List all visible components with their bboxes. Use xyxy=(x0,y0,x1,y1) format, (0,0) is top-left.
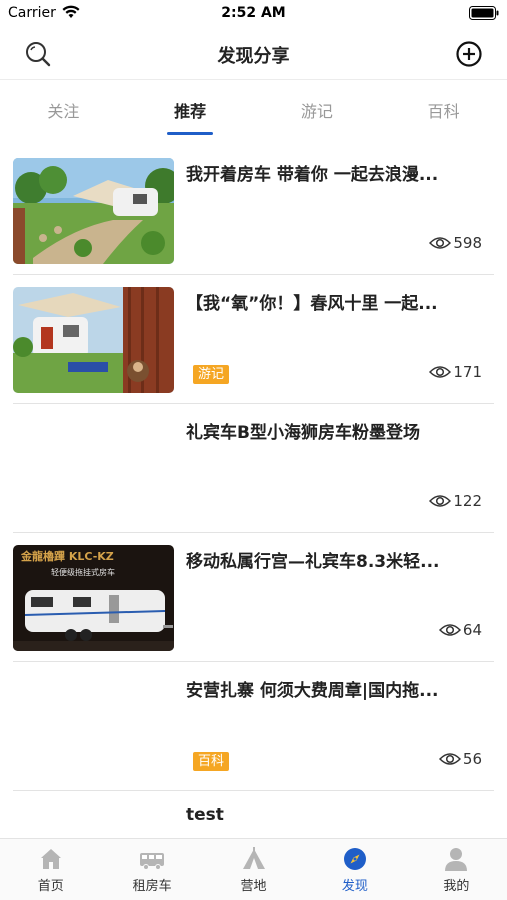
tabbar-camp[interactable]: 营地 xyxy=(203,839,304,900)
tab-label: 百科 xyxy=(427,102,460,121)
status-bar: Carrier 2:52 AM xyxy=(0,0,507,28)
tabbar-home[interactable]: 首页 xyxy=(0,839,101,900)
active-tab-indicator xyxy=(167,132,214,135)
tab-recommend[interactable]: 推荐 xyxy=(127,82,254,138)
thumbnail-image xyxy=(13,158,174,264)
tabbar-label: 我的 xyxy=(443,879,470,894)
tab-label: 推荐 xyxy=(174,102,207,121)
tab-label: 游记 xyxy=(300,102,333,121)
view-count: 598 xyxy=(429,234,482,252)
feed-item[interactable]: 【我“氧”你！】春风十里 一起... 游记 171 xyxy=(13,275,494,404)
tab-label: 关注 xyxy=(47,102,80,121)
tab-encyclopedia[interactable]: 百科 xyxy=(380,82,507,138)
feed-list: 我开着房车 带着你 一起去浪漫... 598 【我“氧”你！】春风十里 一起..… xyxy=(0,146,507,851)
status-time: 2:52 AM xyxy=(221,5,286,21)
view-count: 171 xyxy=(429,363,482,381)
tabbar-label: 营地 xyxy=(240,879,267,894)
feed-item-title: 我开着房车 带着你 一起去浪漫... xyxy=(186,165,439,185)
eye-icon xyxy=(429,495,452,507)
feed-item[interactable]: 安营扎寨 何须大费周章|国内拖... 百科 56 xyxy=(13,662,494,791)
feed-item-title: 移动私属行宫—礼宾车8.3米轻... xyxy=(186,552,440,572)
view-count: 122 xyxy=(429,492,482,510)
thumbnail-image: 金龍櫓蹕 KLC-KZ 轻便级拖挂式房车 xyxy=(13,545,174,651)
feed-item-title: 安营扎寨 何须大费周章|国内拖... xyxy=(186,681,439,701)
image-sub-text: 轻便级拖挂式房车 xyxy=(51,567,115,577)
eye-icon xyxy=(429,366,452,378)
feed-item-title: 【我“氧”你！】春风十里 一起... xyxy=(186,294,438,314)
user-icon xyxy=(445,848,468,871)
add-circle-icon[interactable] xyxy=(455,40,483,68)
eye-icon xyxy=(438,753,461,765)
thumbnail-image xyxy=(13,287,174,393)
view-count-value: 122 xyxy=(453,492,482,510)
tab-follow[interactable]: 关注 xyxy=(0,82,127,138)
rv-icon xyxy=(140,853,165,870)
eye-icon xyxy=(429,237,452,249)
tabbar-label: 首页 xyxy=(37,879,64,894)
tabbar-rent-rv[interactable]: 租房车 xyxy=(101,839,202,900)
page-title: 发现分享 xyxy=(217,46,290,67)
nav-header: 发现分享 xyxy=(0,28,507,80)
category-tag: 百科 xyxy=(193,752,230,771)
eye-icon xyxy=(438,624,461,636)
category-tabs: 关注 推荐 游记 百科 xyxy=(0,82,507,138)
view-count-value: 56 xyxy=(462,750,482,768)
category-tag: 游记 xyxy=(193,365,230,384)
feed-item[interactable]: 礼宾车B型小海狮房车粉墨登场 122 xyxy=(13,404,494,533)
feed-item-title: test xyxy=(186,805,224,825)
camp-icon xyxy=(242,847,265,869)
bottom-tab-bar: 首页 租房车 营地 发现 我的 xyxy=(0,838,507,900)
tabbar-label: 发现 xyxy=(341,879,368,894)
tab-travel-notes[interactable]: 游记 xyxy=(254,82,381,138)
view-count-value: 64 xyxy=(462,621,482,639)
feed-item[interactable]: 金龍櫓蹕 KLC-KZ 轻便级拖挂式房车 移动私属行宫—礼宾车8.3米轻... … xyxy=(13,533,494,662)
view-count-value: 171 xyxy=(453,363,482,381)
tabbar-discover[interactable]: 发现 xyxy=(304,839,405,900)
tabbar-mine[interactable]: 我的 xyxy=(406,839,507,900)
feed-item-title: 礼宾车B型小海狮房车粉墨登场 xyxy=(186,423,420,443)
home-icon xyxy=(40,849,61,869)
tabbar-label: 租房车 xyxy=(132,879,172,894)
search-icon[interactable] xyxy=(24,40,52,68)
view-count: 64 xyxy=(438,621,482,639)
feed-item[interactable]: 我开着房车 带着你 一起去浪漫... 598 xyxy=(13,146,494,275)
image-brand-text: 金龍櫓蹕 KLC-KZ xyxy=(20,549,114,563)
battery-icon xyxy=(469,6,499,20)
compass-icon xyxy=(343,848,366,870)
view-count: 56 xyxy=(438,750,482,768)
view-count-value: 598 xyxy=(453,234,482,252)
